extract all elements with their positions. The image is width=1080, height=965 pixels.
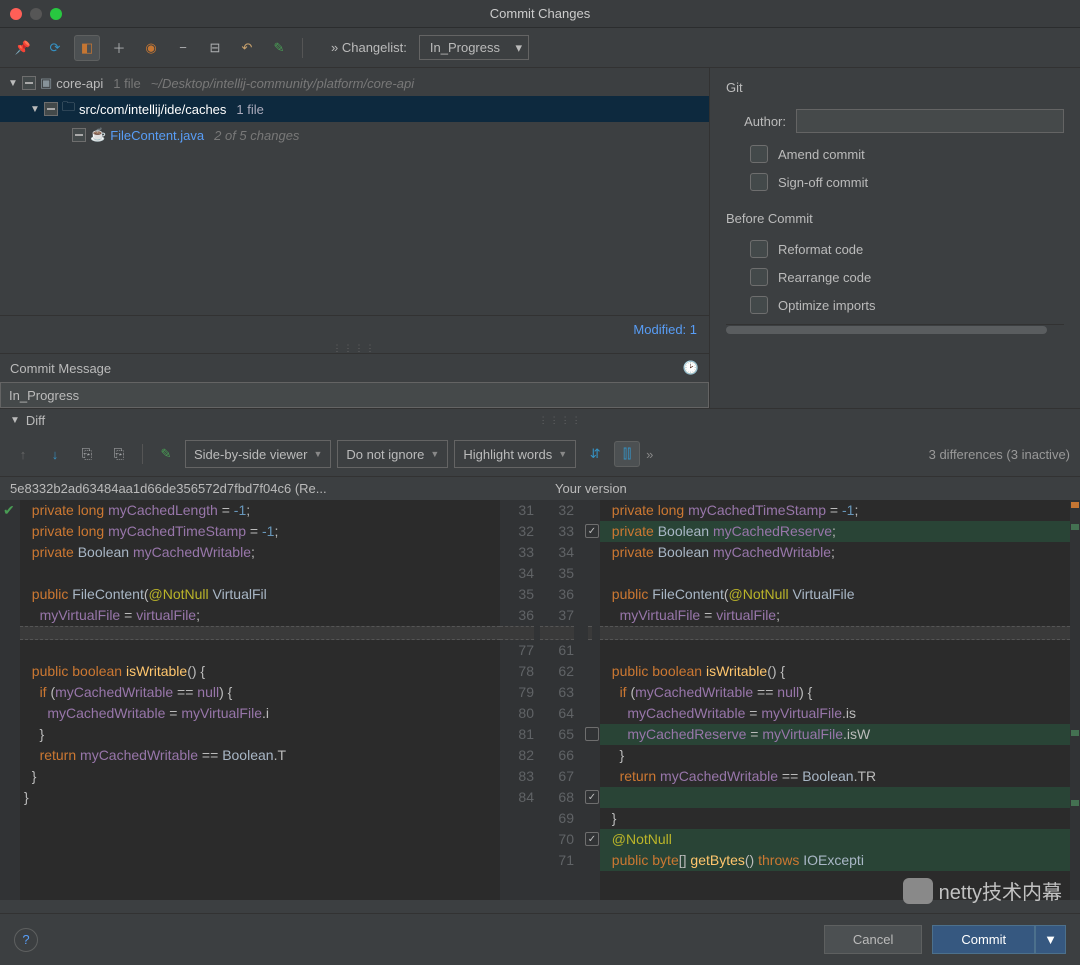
modified-count: Modified: 1 — [0, 315, 709, 343]
changelist-icon[interactable]: ◉ — [138, 35, 164, 61]
marker-bar[interactable] — [1070, 500, 1080, 900]
commit-dropdown-button[interactable]: ▼ — [1035, 925, 1066, 954]
edit-source-icon[interactable]: ✎ — [153, 441, 179, 467]
titlebar: Commit Changes — [0, 0, 1080, 28]
edit-icon[interactable]: ✎ — [266, 35, 292, 61]
show-diff-icon[interactable]: ◧ — [74, 35, 100, 61]
commit-message-label: Commit Message — [10, 361, 111, 376]
git-section-title: Git — [726, 80, 1064, 95]
before-commit-title: Before Commit — [726, 211, 1064, 226]
changes-panel: ▼ ▣ core-api 1 file ~/Desktop/intellij-c… — [0, 68, 710, 408]
viewer-mode-select[interactable]: Side-by-side viewer▼ — [185, 440, 331, 468]
prev-change-icon[interactable]: ↑ — [10, 441, 36, 467]
dialog-footer: ? Cancel Commit ▼ — [0, 913, 1080, 965]
commit-button[interactable]: Commit — [932, 925, 1035, 954]
tree-dir-row[interactable]: ▼ 🗀 src/com/intellij/ide/caches 1 file — [0, 96, 709, 122]
pin-icon[interactable]: 📌 — [10, 35, 36, 61]
tree-module-row[interactable]: ▼ ▣ core-api 1 file ~/Desktop/intellij-c… — [0, 70, 709, 96]
history-icon[interactable]: 🕑 — [683, 360, 699, 376]
collapse-icon[interactable]: ⇵ — [582, 441, 608, 467]
checkbox-icon[interactable] — [72, 128, 86, 142]
window-title: Commit Changes — [490, 6, 590, 21]
revert-icon[interactable]: ↶ — [234, 35, 260, 61]
tree-file-row[interactable]: ☕ FileContent.java 2 of 5 changes — [0, 122, 709, 148]
chevron-down-icon: ▾ — [515, 40, 522, 56]
diff-toolbar: ↑ ↓ ⎘ ⎘ ✎ Side-by-side viewer▼ Do not ig… — [0, 432, 1080, 477]
resize-grip[interactable]: ⋮⋮⋮⋮ — [0, 343, 709, 353]
remove-icon[interactable]: − — [170, 35, 196, 61]
rearrange-checkbox[interactable] — [750, 268, 768, 286]
optimize-checkbox[interactable] — [750, 296, 768, 314]
compare-next-icon[interactable]: ⎘ — [106, 441, 132, 467]
diff-left-title: 5e8332b2ad63484aa1d66de356572d7fbd7f04c6… — [10, 481, 525, 496]
diff-section-header[interactable]: ▼ Diff ⋮⋮⋮⋮ — [0, 408, 1080, 432]
checkbox-icon[interactable] — [44, 102, 58, 116]
diff-viewer[interactable]: ✔ private long myCachedLength = -1; priv… — [0, 500, 1080, 900]
folder-icon: 🗀 — [62, 98, 75, 120]
author-label: Author: — [726, 114, 786, 129]
changes-tree[interactable]: ▼ ▣ core-api 1 file ~/Desktop/intellij-c… — [0, 68, 709, 315]
sync-scroll-icon[interactable]: ⫿⫿ — [614, 441, 640, 467]
author-input[interactable] — [796, 109, 1064, 133]
minimize-window-button[interactable] — [30, 8, 42, 20]
diff-left-pane: ✔ private long myCachedLength = -1; priv… — [0, 500, 540, 900]
signoff-checkbox[interactable] — [750, 173, 768, 191]
watermark: netty技术内幕 — [903, 876, 1062, 905]
module-icon: ▣ — [40, 75, 52, 91]
options-panel: Git Author: Amend commit Sign-off commit… — [710, 68, 1080, 408]
checkbox-icon[interactable] — [22, 76, 36, 90]
commit-message-input[interactable] — [0, 382, 709, 408]
amend-checkbox[interactable] — [750, 145, 768, 163]
changelist-select[interactable]: In_Progress ▾ — [419, 35, 529, 60]
cancel-button[interactable]: Cancel — [824, 925, 922, 954]
add-icon[interactable]: ＋ — [106, 35, 132, 61]
next-change-icon[interactable]: ↓ — [42, 441, 68, 467]
zoom-window-button[interactable] — [50, 8, 62, 20]
whitespace-select[interactable]: Do not ignore▼ — [337, 440, 448, 468]
diff-right-title: Your version — [525, 481, 1070, 496]
diff-summary: 3 differences (3 inactive) — [929, 447, 1070, 462]
java-file-icon: ☕ — [90, 127, 106, 143]
help-button[interactable]: ? — [14, 928, 38, 952]
refresh-icon[interactable]: ⟳ — [42, 35, 68, 61]
changelist-label: » Changelist: — [331, 40, 407, 55]
wechat-icon — [903, 878, 933, 904]
main-toolbar: 📌 ⟳ ◧ ＋ ◉ − ⊟ ↶ ✎ » Changelist: In_Progr… — [0, 28, 1080, 68]
group-icon[interactable]: ⊟ — [202, 35, 228, 61]
close-window-button[interactable] — [10, 8, 22, 20]
compare-prev-icon[interactable]: ⎘ — [74, 441, 100, 467]
diff-right-pane: 3233343536376162636465666768697071 priva… — [540, 500, 1080, 900]
reformat-checkbox[interactable] — [750, 240, 768, 258]
highlight-select[interactable]: Highlight words▼ — [454, 440, 576, 468]
